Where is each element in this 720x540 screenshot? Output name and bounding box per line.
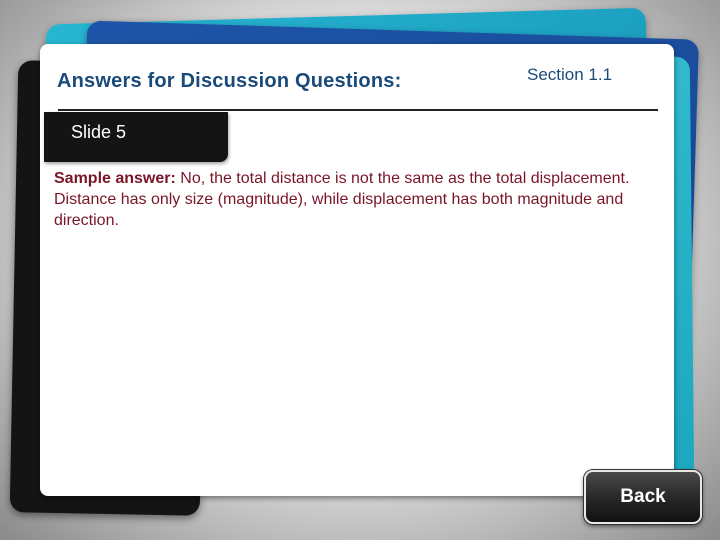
- section-label: Section 1.1: [527, 65, 613, 84]
- answer-text: Sample answer: No, the total distance is…: [54, 168, 654, 231]
- slide-number-label: Slide 5: [71, 122, 127, 142]
- answer-lead: Sample answer:: [54, 170, 176, 187]
- back-button[interactable]: Back: [584, 470, 702, 524]
- slide-number-tab: Slide 5: [44, 112, 228, 162]
- page-title: Answers for Discussion Questions:: [57, 70, 402, 92]
- title-divider: [58, 109, 658, 111]
